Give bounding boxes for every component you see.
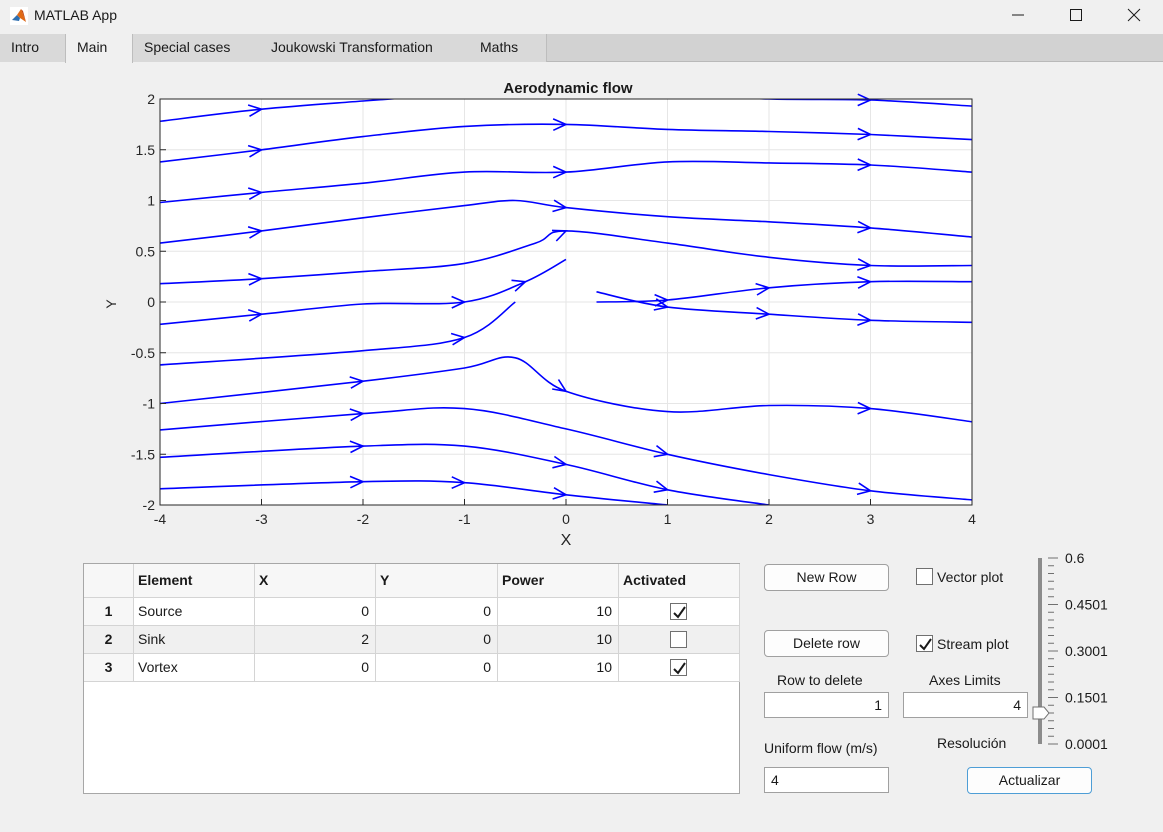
minimize-button[interactable]: [989, 0, 1047, 30]
cell-x[interactable]: 2: [255, 626, 376, 654]
y-axis-label: Y: [103, 299, 119, 309]
plot-title: Aerodynamic flow: [503, 80, 633, 97]
cell-x[interactable]: 0: [255, 654, 376, 682]
cell-power[interactable]: 10: [498, 598, 619, 626]
y-tick-label: 2: [147, 91, 155, 107]
header-activated[interactable]: Activated: [619, 564, 740, 598]
slider-tick-label: 0.4501: [1065, 597, 1108, 613]
x-tick-label: -1: [458, 511, 471, 527]
resolution-label: Resolución: [937, 735, 1007, 751]
y-tick-label: -2: [143, 497, 156, 513]
y-tick-label: 0: [147, 294, 155, 310]
cell-x[interactable]: 0: [255, 598, 376, 626]
flow-plot[interactable]: -4 -3 -2 -1 0 1 2 3 4 2 1.5 1 0.5 0 -0.5 -1 -1.5 -2 Aerod…: [0, 62, 1163, 552]
header-element[interactable]: Element: [134, 564, 255, 598]
slider-thumb[interactable]: [1032, 706, 1050, 720]
stream-plot-checkbox[interactable]: [916, 635, 933, 652]
table-row[interactable]: 1 Source 0 0 10: [84, 598, 740, 626]
x-tick-label: 1: [664, 511, 672, 527]
cell-element[interactable]: Source: [134, 598, 255, 626]
axes-limits-label: Axes Limits: [929, 672, 1001, 688]
tab-main[interactable]: Main: [65, 34, 133, 63]
cell-activated: [619, 626, 740, 654]
delete-row-button[interactable]: Delete row: [764, 630, 889, 657]
cell-activated: [619, 598, 740, 626]
y-tick-label: -1.5: [131, 446, 155, 462]
row-to-delete-field[interactable]: 1: [764, 692, 889, 718]
table-row[interactable]: 3 Vortex 0 0 10: [84, 654, 740, 682]
cell-y[interactable]: 0: [376, 626, 498, 654]
close-button[interactable]: [1105, 0, 1163, 30]
vector-plot-label: Vector plot: [937, 569, 1004, 585]
cell-power[interactable]: 10: [498, 654, 619, 682]
row-number: 2: [84, 626, 134, 654]
cell-element[interactable]: Sink: [134, 626, 255, 654]
vector-plot-checkbox[interactable]: [916, 568, 933, 585]
header-y[interactable]: Y: [376, 564, 498, 598]
cell-y[interactable]: 0: [376, 654, 498, 682]
y-tick-label: 0.5: [136, 243, 156, 259]
activated-checkbox[interactable]: [670, 603, 687, 620]
cell-element[interactable]: Vortex: [134, 654, 255, 682]
y-tick-label: -1: [143, 396, 156, 412]
cell-activated: [619, 654, 740, 682]
axes-limits-field[interactable]: 4: [903, 692, 1028, 718]
x-tick-label: 2: [765, 511, 773, 527]
update-button[interactable]: Actualizar: [967, 767, 1092, 794]
y-tick-label: 1: [147, 193, 155, 209]
slider-tick-label: 0.3001: [1065, 643, 1108, 659]
y-tick-label: -0.5: [131, 345, 155, 361]
uniform-flow-field[interactable]: 4: [764, 767, 889, 793]
x-tick-label: -4: [154, 511, 167, 527]
checkmark-icon: [919, 638, 932, 651]
tab-joukowski-transformation[interactable]: Joukowski Transformation: [260, 34, 470, 62]
x-axis-label: X: [561, 532, 572, 549]
activated-checkbox[interactable]: [670, 631, 687, 648]
row-to-delete-label: Row to delete: [777, 672, 863, 688]
x-tick-label: 4: [968, 511, 976, 527]
x-tick-label: 0: [562, 511, 570, 527]
slider-tick-label: 0.1501: [1065, 690, 1108, 706]
title-bar: MATLAB App: [0, 0, 1163, 32]
table-header: Element X Y Power Activated: [84, 564, 740, 598]
cell-power[interactable]: 10: [498, 626, 619, 654]
x-tick-label: -3: [255, 511, 268, 527]
resolution-slider[interactable]: 0.6 0.4501 0.3001 0.1501 0.0001: [1030, 548, 1160, 758]
stream-plot-label: Stream plot: [937, 636, 1009, 652]
slider-tick-label: 0.0001: [1065, 736, 1108, 752]
maximize-button[interactable]: [1047, 0, 1105, 30]
activated-checkbox[interactable]: [670, 659, 687, 676]
tab-strip: Intro Main Special cases Joukowski Trans…: [0, 34, 1163, 63]
header-power[interactable]: Power: [498, 564, 619, 598]
header-x[interactable]: X: [255, 564, 376, 598]
matlab-icon: [10, 7, 28, 25]
tab-maths[interactable]: Maths: [469, 34, 547, 62]
table-row[interactable]: 2 Sink 2 0 10: [84, 626, 740, 654]
plot-grid: [159, 98, 973, 506]
row-number: 1: [84, 598, 134, 626]
uniform-flow-label: Uniform flow (m/s): [764, 740, 878, 756]
checkmark-icon: [673, 662, 686, 675]
window-title: MATLAB App: [34, 7, 118, 23]
tab-intro[interactable]: Intro: [0, 34, 66, 62]
tab-special-cases[interactable]: Special cases: [133, 34, 261, 62]
elements-table[interactable]: Element X Y Power Activated 1 Source 0 0…: [83, 563, 740, 794]
x-tick-label: 3: [867, 511, 875, 527]
slider-ticks: 0.6 0.4501 0.3001 0.1501 0.0001: [1048, 550, 1108, 752]
new-row-button[interactable]: New Row: [764, 564, 889, 591]
y-tick-label: 1.5: [136, 142, 156, 158]
row-number: 3: [84, 654, 134, 682]
cell-y[interactable]: 0: [376, 598, 498, 626]
slider-tick-label: 0.6: [1065, 550, 1085, 566]
header-row-number: [84, 564, 134, 598]
x-tick-label: -2: [357, 511, 370, 527]
checkmark-icon: [673, 606, 686, 619]
